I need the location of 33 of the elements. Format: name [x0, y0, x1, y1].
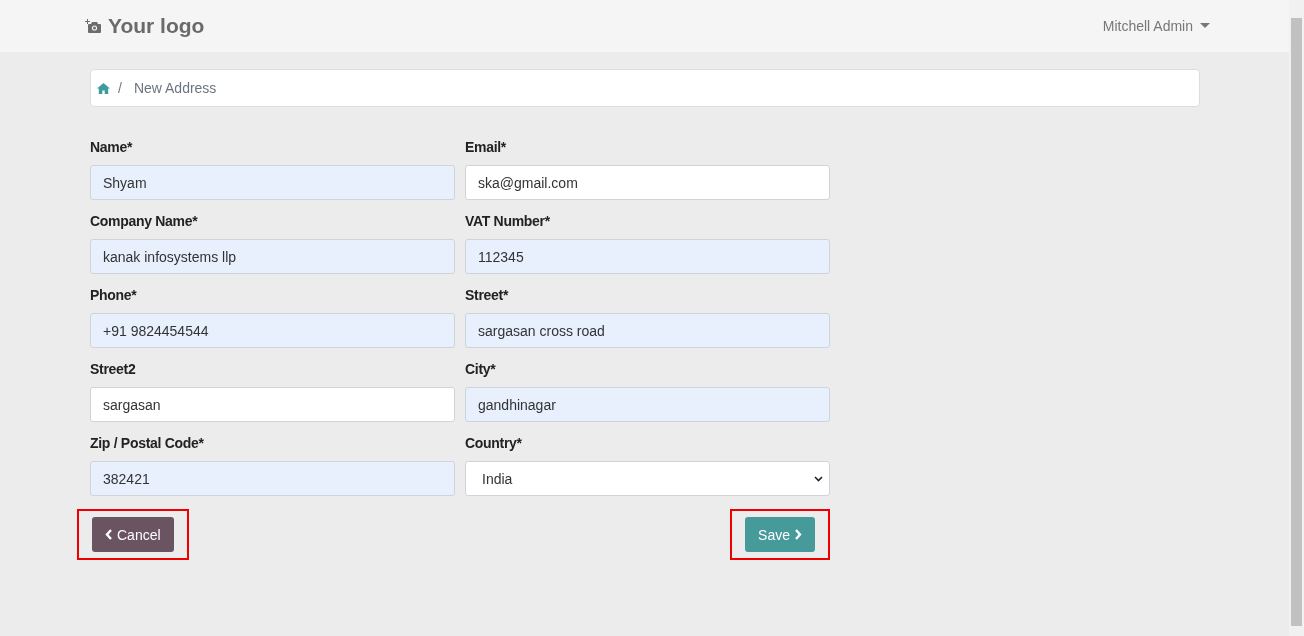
input-field[interactable]: 382421	[90, 461, 455, 496]
breadcrumb-current: New Address	[133, 80, 217, 96]
input-field[interactable]: sargasan cross road	[465, 313, 830, 348]
input-field[interactable]: kanak infosystems llp	[90, 239, 455, 274]
input-field[interactable]: ska@gmail.com	[465, 165, 830, 200]
country-select[interactable]: India	[465, 461, 830, 496]
breadcrumb-separator: /	[118, 80, 122, 96]
logo-text: Your logo	[108, 14, 205, 38]
camera-icon	[84, 18, 102, 34]
field-label: Email*	[465, 139, 507, 155]
field-label: VAT Number*	[465, 213, 551, 229]
input-field[interactable]: +91 9824454544	[90, 313, 455, 348]
input-field[interactable]: gandhinagar	[465, 387, 830, 422]
field-label: Zip / Postal Code*	[90, 435, 205, 451]
home-icon[interactable]	[97, 82, 110, 94]
input-field[interactable]: sargasan	[90, 387, 455, 422]
chevron-right-icon	[794, 529, 802, 540]
chevron-left-icon	[105, 529, 113, 540]
field-label: Street2	[90, 361, 137, 377]
user-menu[interactable]: Mitchell Admin	[1102, 18, 1210, 34]
input-field[interactable]: 112345	[465, 239, 830, 274]
scrollbar[interactable]	[1289, 0, 1304, 636]
field-label: Street*	[465, 287, 510, 303]
field-label: Company Name*	[90, 213, 199, 229]
field-label: Country*	[465, 435, 523, 451]
chevron-down-icon	[814, 475, 823, 482]
logo[interactable]: Your logo	[84, 14, 205, 38]
field-label: Name*	[90, 139, 134, 155]
caret-icon	[1200, 23, 1210, 29]
cancel-button[interactable]: Cancel	[92, 517, 174, 552]
field-label: Phone*	[90, 287, 138, 303]
input-field[interactable]: Shyam	[90, 165, 455, 200]
field-label: City*	[465, 361, 497, 377]
